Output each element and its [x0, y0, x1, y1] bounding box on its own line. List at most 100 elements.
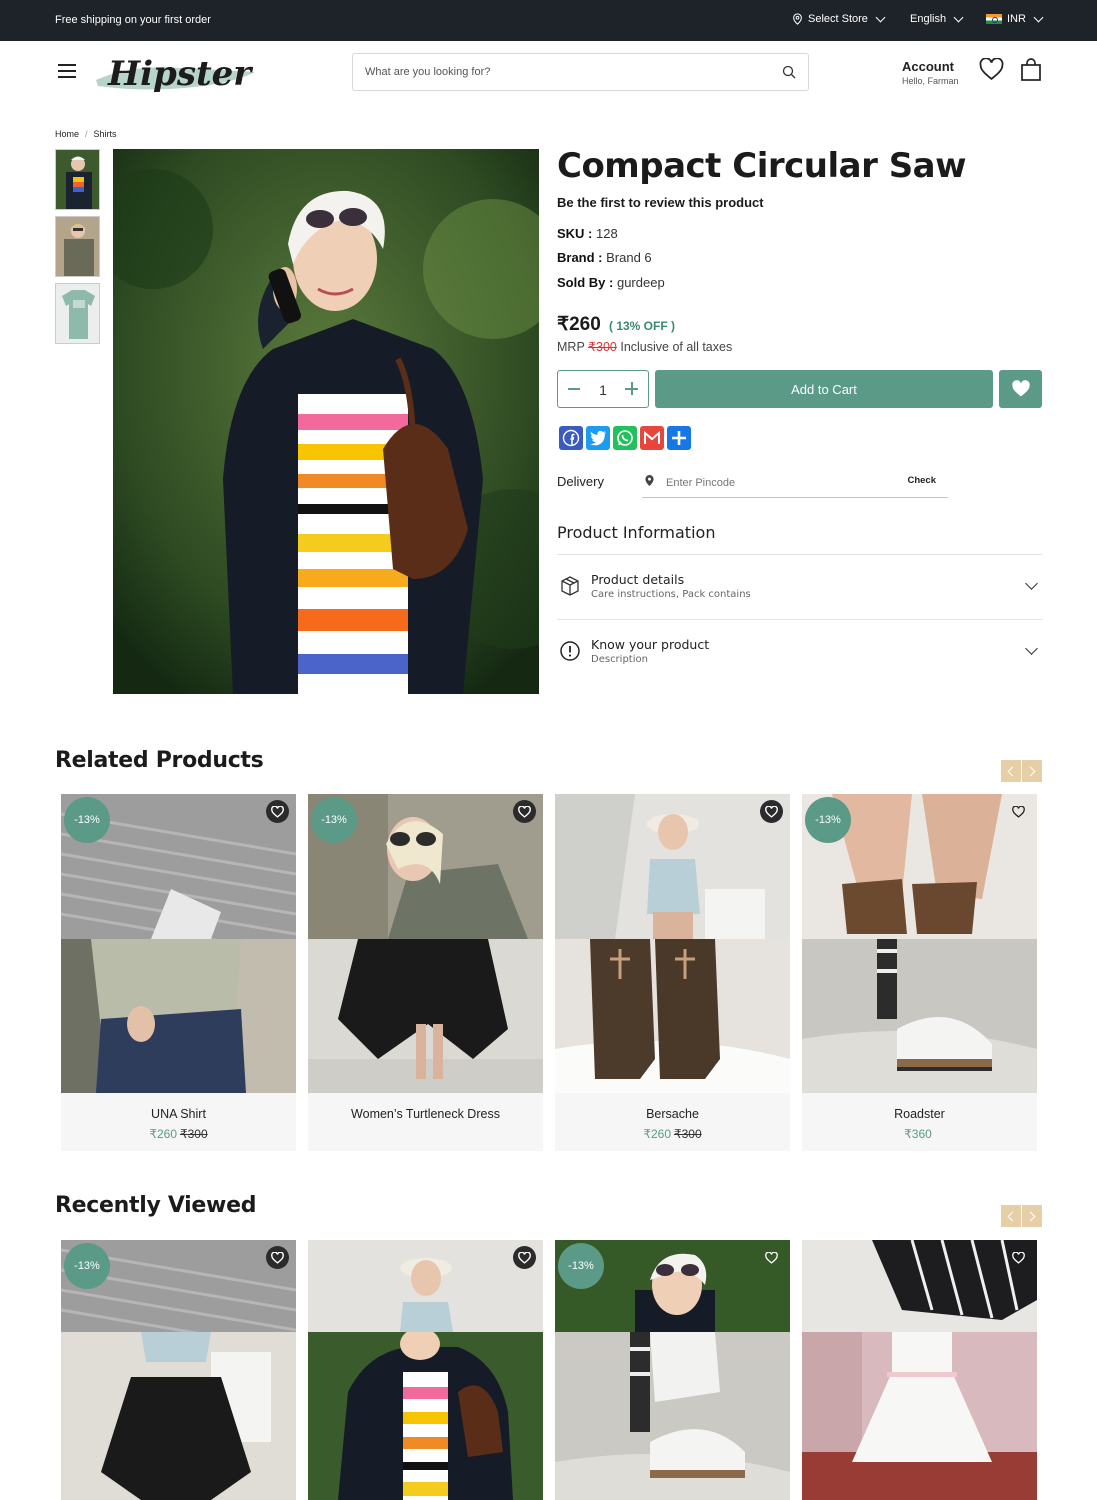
menu-icon[interactable] [58, 64, 76, 78]
search-icon[interactable] [782, 65, 796, 79]
product-card-name[interactable]: Bersache [555, 1107, 790, 1121]
logo-text: Hipster [107, 54, 253, 94]
chevron-down-icon [875, 12, 886, 22]
check-pincode-button[interactable]: Check [907, 475, 936, 486]
discount-badge: -13% [558, 1243, 604, 1289]
language-dropdown[interactable]: English [910, 12, 964, 25]
product-information-title: Product Information [557, 523, 716, 542]
product-price: ₹260 [557, 314, 601, 335]
discount-badge: -13% [64, 1243, 110, 1289]
carousel-next-button[interactable] [1022, 760, 1042, 782]
india-flag-icon [986, 14, 1002, 24]
sku-row: SKU : 128 [557, 226, 618, 241]
discount-badge: -13% [311, 797, 357, 843]
seller-label: Sold By : [557, 275, 614, 290]
wishlist-heart-icon[interactable] [760, 1246, 783, 1269]
site-logo[interactable]: Hipster [92, 50, 258, 98]
chevron-right-icon [1025, 1211, 1036, 1221]
whatsapp-share-button[interactable] [613, 426, 637, 450]
product-card[interactable]: -13% [555, 1240, 790, 1500]
wishlist-heart-icon[interactable] [513, 1246, 536, 1269]
product-card[interactable]: Bersache ₹260 ₹300 [555, 794, 790, 1151]
product-card[interactable]: -13% [61, 1240, 296, 1500]
chevron-down-icon [1025, 577, 1038, 590]
facebook-share-button[interactable] [559, 426, 583, 450]
wishlist-heart-icon[interactable] [760, 800, 783, 823]
product-card[interactable]: -13% Women’s Turtleneck Dress [308, 794, 543, 1151]
discount-badge: -13% [805, 797, 851, 843]
select-store-label: Select Store [808, 13, 868, 25]
write-review-link[interactable]: Be the first to review this product [557, 195, 764, 210]
carousel-next-button[interactable] [1022, 1205, 1042, 1227]
twitter-icon [590, 430, 606, 446]
related-products-title: Related Products [55, 748, 264, 773]
gmail-share-button[interactable] [640, 426, 664, 450]
quantity-stepper: 1 [557, 370, 649, 408]
product-card[interactable] [802, 1240, 1037, 1500]
recent-carousel-arrows [1001, 1205, 1042, 1227]
accordion-product-details[interactable]: Product details Care instructions, Pack … [557, 554, 1042, 619]
product-card-price: ₹260 ₹300 [61, 1127, 296, 1141]
product-card[interactable] [308, 1240, 543, 1500]
accordion-subtitle: Care instructions, Pack contains [591, 589, 751, 600]
product-thumbnail[interactable] [55, 149, 100, 210]
account-menu[interactable]: Account Hello, Farman [902, 59, 959, 86]
breadcrumb-home[interactable]: Home [55, 129, 79, 139]
product-card[interactable]: -13% UNA Shirt ₹260 ₹300 [61, 794, 296, 1151]
currency-label: INR [1007, 13, 1026, 25]
carousel-prev-button[interactable] [1001, 760, 1021, 782]
product-card-name[interactable]: UNA Shirt [61, 1107, 296, 1121]
shopping-bag-icon[interactable] [1020, 58, 1042, 82]
pincode-input[interactable] [666, 472, 886, 494]
gmail-icon [644, 431, 660, 444]
promo-text: Free shipping on your first order [55, 14, 211, 26]
breadcrumb-separator: / [85, 129, 88, 139]
chevron-right-icon [1025, 766, 1036, 776]
currency-dropdown[interactable]: INR [986, 12, 1044, 25]
location-pin-icon [793, 13, 802, 25]
product-main-image[interactable] [113, 149, 539, 694]
accordion-know-your-product[interactable]: Know your product Description [557, 619, 1042, 684]
product-card[interactable]: -13% Roadster ₹360 [802, 794, 1037, 1151]
discount-label: ( 13% OFF ) [609, 319, 676, 333]
chevron-down-icon [953, 12, 964, 22]
location-pin-icon [645, 475, 654, 486]
wishlist-heart-icon[interactable] [266, 1246, 289, 1269]
pincode-field: Check [642, 468, 948, 498]
info-icon [560, 641, 580, 661]
increase-quantity-button[interactable] [625, 382, 638, 395]
plus-icon [672, 431, 686, 445]
share-buttons [559, 426, 691, 450]
add-to-wishlist-button[interactable] [999, 370, 1042, 408]
breadcrumb-current[interactable]: Shirts [94, 129, 117, 139]
accordion-title: Product details [591, 572, 685, 587]
seller-value: gurdeep [616, 275, 665, 290]
card-price: ₹360 [904, 1127, 932, 1141]
product-card-name[interactable]: Women’s Turtleneck Dress [308, 1107, 543, 1121]
product-card-name[interactable]: Roadster [802, 1107, 1037, 1121]
wishlist-heart-icon[interactable] [266, 800, 289, 823]
wishlist-heart-icon[interactable] [513, 800, 536, 823]
product-title: Compact Circular Saw [557, 146, 967, 186]
whatsapp-icon [617, 430, 633, 446]
wishlist-heart-icon[interactable] [979, 58, 1004, 81]
wishlist-heart-icon[interactable] [1007, 800, 1030, 823]
chevron-left-icon [1007, 766, 1018, 776]
mrp-label: MRP [557, 340, 585, 354]
account-label: Account [902, 59, 954, 74]
more-share-button[interactable] [667, 426, 691, 450]
accordion-subtitle: Description [591, 654, 648, 665]
delivery-label: Delivery [557, 474, 604, 489]
select-store-dropdown[interactable]: Select Store [792, 12, 886, 25]
mrp-row: MRP ₹300 Inclusive of all taxes [557, 339, 732, 354]
twitter-share-button[interactable] [586, 426, 610, 450]
breadcrumb: Home / Shirts [55, 129, 117, 139]
search-input[interactable] [365, 54, 775, 90]
product-thumbnail[interactable] [55, 283, 100, 344]
product-thumbnail[interactable] [55, 216, 100, 277]
add-to-cart-button[interactable]: Add to Cart [655, 370, 993, 408]
chevron-down-icon [1025, 642, 1038, 655]
search-box [352, 53, 809, 91]
wishlist-heart-icon[interactable] [1007, 1246, 1030, 1269]
carousel-prev-button[interactable] [1001, 1205, 1021, 1227]
